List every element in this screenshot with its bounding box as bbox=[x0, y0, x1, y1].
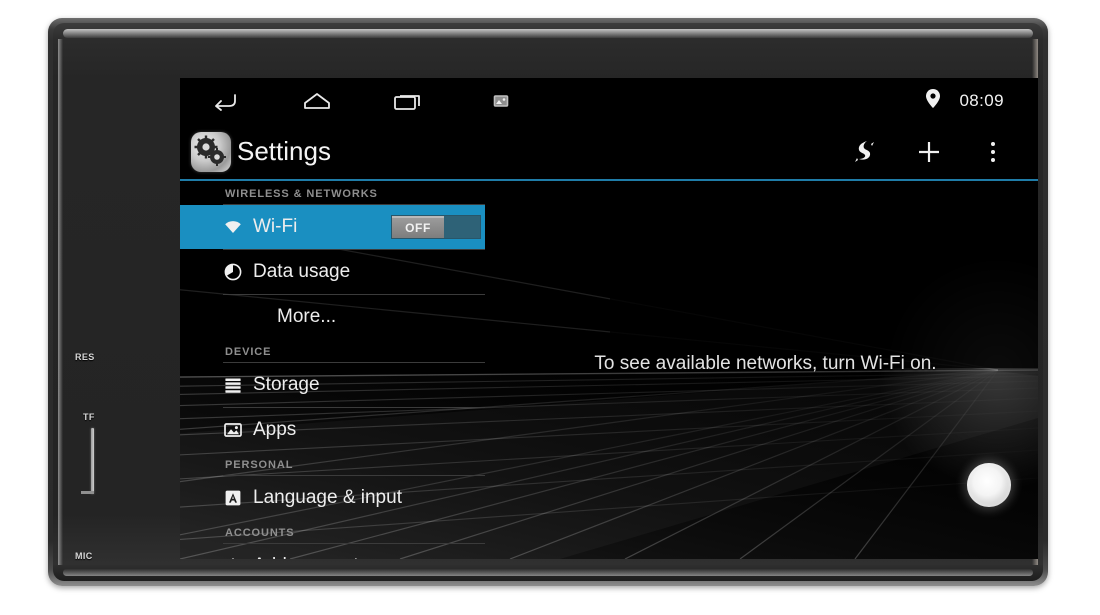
bezel-bottom-highlight bbox=[63, 569, 1033, 576]
status-icons: 08:09 bbox=[925, 88, 1038, 114]
status-bar-clock: 08:09 bbox=[959, 90, 1004, 110]
section-header-wireless-networks: WIRELESS & NETWORKS bbox=[225, 188, 378, 200]
plus-icon bbox=[223, 556, 247, 559]
settings-item-data-usage[interactable]: Data usage bbox=[180, 250, 485, 294]
settings-item-wifi[interactable]: Wi-Fi OFF bbox=[180, 205, 485, 249]
power-button[interactable] bbox=[967, 463, 1011, 507]
bezel-label-tf: TF bbox=[83, 412, 95, 422]
action-bar-divider bbox=[180, 179, 1038, 181]
settings-item-apps[interactable]: Apps bbox=[180, 408, 485, 452]
settings-item-label: Add account bbox=[253, 555, 359, 559]
action-bar-icons bbox=[852, 139, 1038, 165]
settings-item-label: Language & input bbox=[253, 487, 402, 508]
settings-list[interactable]: WIRELESS & NETWORKS Wi-Fi OFF Data usage Mor… bbox=[180, 181, 485, 559]
section-header-personal: PERSONAL bbox=[225, 459, 294, 471]
settings-item-storage[interactable]: Storage bbox=[180, 363, 485, 407]
apps-icon bbox=[223, 420, 247, 440]
overflow-menu-icon[interactable] bbox=[980, 139, 1006, 165]
flash-icon[interactable] bbox=[852, 139, 878, 165]
bezel-label-mic: MIC bbox=[75, 551, 93, 561]
settings-item-label: Data usage bbox=[253, 261, 351, 282]
page-title: Settings bbox=[237, 136, 331, 166]
section-header-device: DEVICE bbox=[225, 346, 272, 358]
settings-gears-icon bbox=[191, 131, 231, 172]
settings-item-label: Wi-Fi bbox=[253, 216, 298, 237]
android-status-bar: 08:09 bbox=[180, 78, 1038, 123]
settings-item-language-input[interactable]: Language & input bbox=[180, 476, 485, 520]
settings-action-bar: Settings bbox=[180, 123, 1038, 180]
home-icon[interactable] bbox=[300, 88, 334, 114]
storage-icon bbox=[223, 375, 247, 395]
settings-item-label: Storage bbox=[253, 374, 320, 395]
wifi-toggle-thumb: OFF bbox=[392, 216, 444, 238]
navigation-bar bbox=[180, 88, 518, 114]
bezel-label-res: RES bbox=[75, 352, 95, 362]
back-icon[interactable] bbox=[208, 88, 242, 114]
add-icon[interactable] bbox=[916, 139, 942, 165]
settings-item-add-account[interactable]: Add account bbox=[180, 544, 485, 559]
tf-card-slot-base bbox=[81, 491, 94, 494]
bezel-left-highlight bbox=[58, 39, 63, 565]
language-input-icon bbox=[223, 488, 247, 508]
settings-item-label: Apps bbox=[253, 419, 297, 440]
tf-card-slot bbox=[91, 428, 94, 494]
settings-item-label: More... bbox=[277, 306, 337, 327]
device-bezel: RES TF MIC 08:09 Settings To see availab… bbox=[53, 23, 1043, 581]
screenshot-icon[interactable] bbox=[484, 88, 518, 114]
section-header-accounts: ACCOUNTS bbox=[225, 527, 295, 539]
wifi-toggle[interactable]: OFF bbox=[391, 215, 481, 239]
settings-item-more[interactable]: More... bbox=[180, 295, 485, 339]
location-pin-icon bbox=[925, 88, 941, 114]
head-unit-device: RES TF MIC 08:09 Settings To see availab… bbox=[48, 18, 1048, 586]
wifi-icon bbox=[223, 217, 247, 237]
device-screen: 08:09 Settings To see available networks… bbox=[180, 78, 1038, 559]
data-usage-icon bbox=[223, 262, 247, 282]
recents-icon[interactable] bbox=[392, 88, 426, 114]
bezel-top-highlight bbox=[63, 29, 1033, 38]
